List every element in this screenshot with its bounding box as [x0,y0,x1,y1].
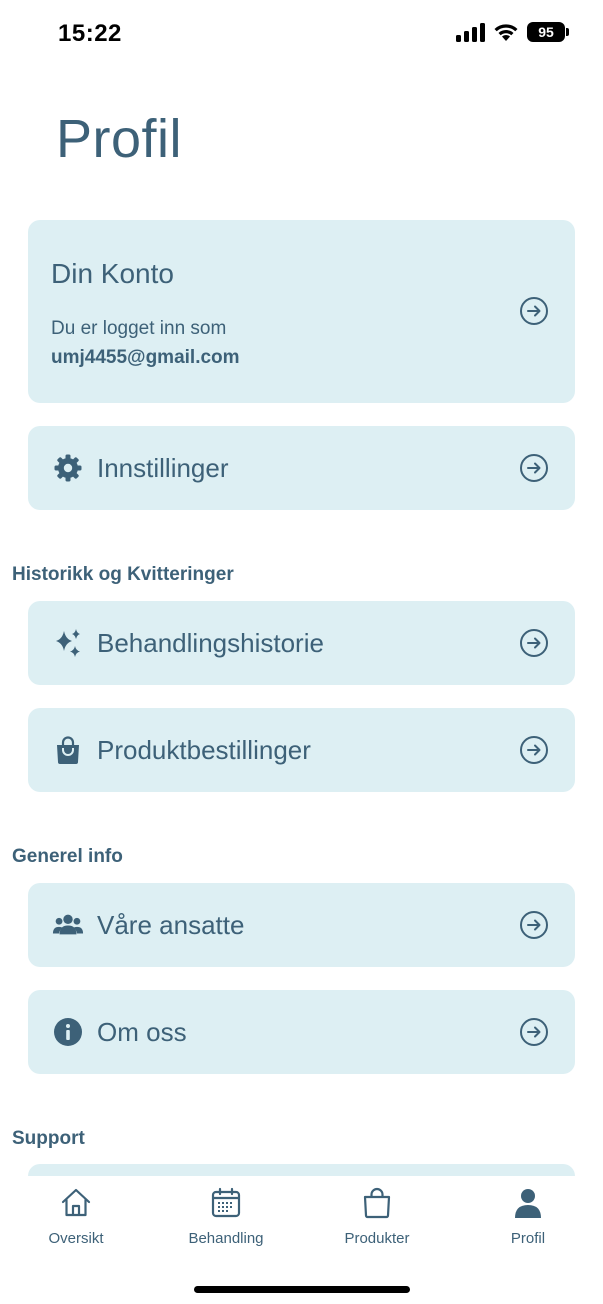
account-card[interactable]: Din Konto Du er logget inn som umj4455@g… [28,220,575,403]
section-title-general: Generel info [12,846,123,867]
status-bar: 15:22 95 [0,0,603,68]
tab-label: Profil [510,1230,546,1247]
account-title: Din Konto [51,258,174,289]
tab-behandling[interactable]: Behandling [166,1186,286,1247]
account-email: umj4455@gmail.com [51,347,240,368]
battery-indicator: 95 [527,22,569,42]
tab-label: Oversikt [48,1230,104,1247]
users-icon [52,909,84,941]
home-icon [61,1188,91,1217]
account-subtitle: Du er logget inn som [51,318,227,339]
wifi-icon [494,24,518,41]
staff-label: Våre ansatte [97,909,245,940]
treatment-history-card[interactable]: Behandlingshistorie [28,601,575,685]
tab-label: Behandling [188,1230,264,1247]
status-time: 15:22 [58,20,122,47]
battery-level: 95 [538,24,554,40]
about-us-card[interactable]: Om oss [28,990,575,1074]
tab-bar: Oversikt Behandling Produkter Profil [0,1176,603,1304]
arrow-right-circle-icon [520,297,548,325]
section-title-history: Historikk og Kvitteringer [12,564,234,585]
tab-profil[interactable]: Profil [468,1186,588,1247]
product-orders-card[interactable]: Produktbestillinger [28,708,575,792]
arrow-right-circle-icon [520,736,548,764]
info-icon [52,1016,84,1048]
cellular-signal-icon [456,22,485,42]
treatment-history-label: Behandlingshistorie [97,627,324,658]
tab-oversikt[interactable]: Oversikt [16,1186,136,1247]
page-title: Profil [56,109,183,169]
settings-label: Innstillinger [97,452,229,483]
arrow-right-circle-icon [520,1018,548,1046]
sparkles-icon [52,627,84,659]
home-indicator [194,1286,410,1293]
about-us-label: Om oss [97,1016,187,1047]
shopping-bag-icon [52,734,84,766]
calendar-icon [211,1187,241,1218]
staff-card[interactable]: Våre ansatte [28,883,575,967]
arrow-right-circle-icon [520,911,548,939]
arrow-right-circle-icon [520,629,548,657]
status-icons: 95 [456,22,569,42]
arrow-right-circle-icon [520,454,548,482]
product-orders-label: Produktbestillinger [97,734,311,765]
tab-produkter[interactable]: Produkter [317,1186,437,1247]
bag-icon [363,1187,391,1219]
gear-icon [52,452,84,484]
person-icon [515,1189,541,1218]
tab-label: Produkter [344,1230,410,1247]
section-title-support: Support [12,1128,85,1149]
settings-card[interactable]: Innstillinger [28,426,575,510]
